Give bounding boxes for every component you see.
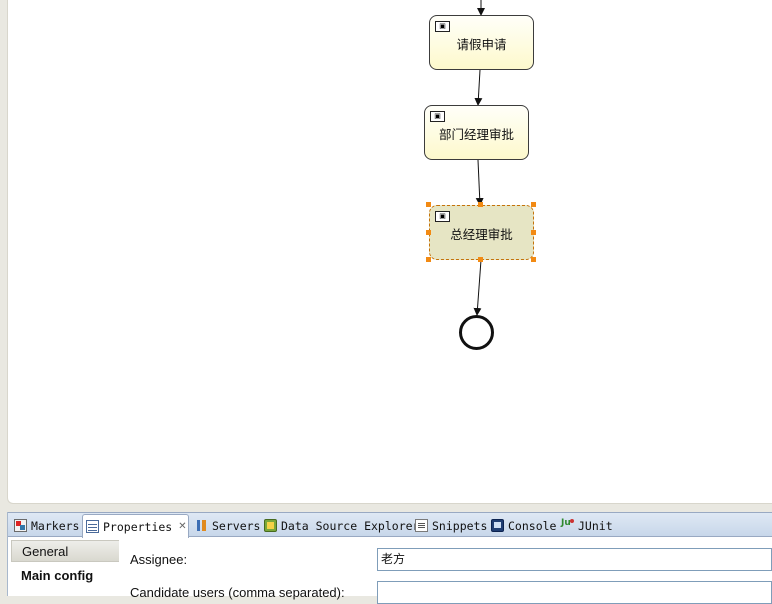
view-tab-bar: Markers Properties ✕ Servers Data Source… <box>8 512 772 538</box>
tab-junit[interactable]: JUnit <box>558 515 616 536</box>
tab-snippets[interactable]: Snippets <box>412 515 490 536</box>
properties-icon <box>86 520 99 533</box>
user-task-dept-manager-approval[interactable]: ▣ 部门经理审批 <box>424 105 529 160</box>
user-task-icon: ▣ <box>435 211 450 222</box>
console-icon <box>491 519 504 532</box>
tab-label: Markers <box>31 518 80 533</box>
candidate-users-label: Candidate users (comma separated): <box>130 585 345 600</box>
user-task-icon: ▣ <box>430 111 445 122</box>
resize-handle-ne[interactable] <box>531 202 536 207</box>
sequence-flow-general-manager-to-end[interactable] <box>473 259 482 316</box>
assignee-input[interactable]: 老方 <box>377 548 772 571</box>
sequence-flows <box>473 0 485 316</box>
tab-console[interactable]: Console <box>488 515 559 536</box>
resize-handle-nw[interactable] <box>426 202 431 207</box>
resize-handle-w[interactable] <box>426 230 431 235</box>
assignee-label: Assignee: <box>130 552 188 567</box>
user-task-general-manager-approval[interactable]: ▣ 总经理审批 <box>429 205 534 260</box>
resize-handle-s[interactable] <box>478 257 483 262</box>
task-label: 部门经理审批 <box>438 127 514 142</box>
resize-handle-sw[interactable] <box>426 257 431 262</box>
tab-markers[interactable]: Markers <box>11 515 82 536</box>
resize-handle-se[interactable] <box>531 257 536 262</box>
candidate-users-input[interactable] <box>377 581 772 604</box>
snippets-icon <box>415 519 428 532</box>
tab-servers[interactable]: Servers <box>192 515 263 536</box>
close-icon[interactable]: ✕ <box>178 521 186 532</box>
junit-icon <box>561 518 574 532</box>
properties-section-nav: General Main config <box>11 537 119 588</box>
servers-icon <box>195 519 208 532</box>
tab-label: Snippets <box>432 518 488 533</box>
user-task-icon: ▣ <box>435 21 450 32</box>
section-tab-general[interactable]: General <box>11 540 119 562</box>
tab-properties[interactable]: Properties ✕ <box>82 514 189 538</box>
data-source-explorer-icon <box>264 519 277 532</box>
resize-handle-e[interactable] <box>531 230 536 235</box>
end-event[interactable] <box>459 315 494 350</box>
tab-data-source-explorer[interactable]: Data Source Explorer <box>261 515 422 536</box>
tab-label: Servers <box>212 518 261 533</box>
task-label: 请假申请 <box>456 37 507 52</box>
task-label: 总经理审批 <box>450 227 513 242</box>
user-task-leave-request[interactable]: ▣ 请假申请 <box>429 15 534 70</box>
resize-handle-n[interactable] <box>478 202 483 207</box>
tab-label: Console <box>508 518 557 533</box>
tab-label: Data Source Explorer <box>281 518 420 533</box>
section-tab-main-config[interactable]: Main config <box>11 565 119 587</box>
tab-label: Properties <box>103 519 173 534</box>
markers-icon <box>14 519 27 532</box>
tab-label: JUnit <box>578 518 613 533</box>
sequence-flow-leave-request-to-dept-manager[interactable] <box>474 69 483 106</box>
sequence-flow-dept-manager-to-general-manager[interactable] <box>475 159 484 206</box>
